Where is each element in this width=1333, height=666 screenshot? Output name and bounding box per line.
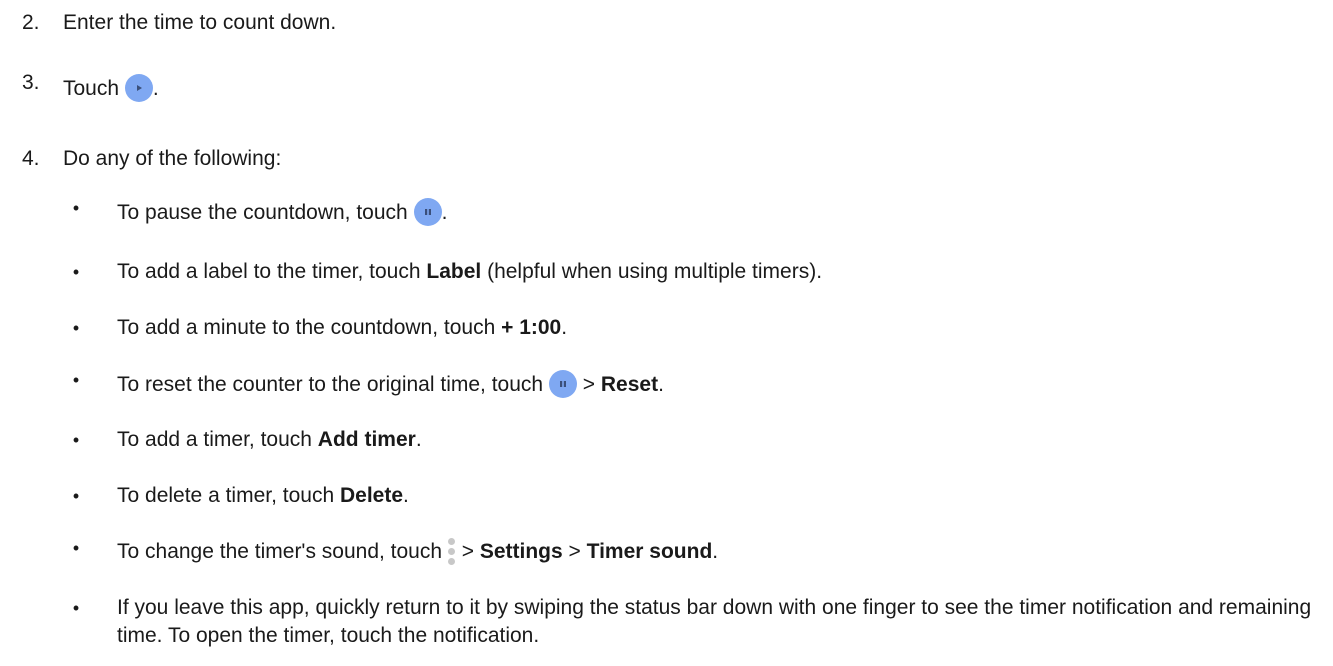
step-text-after: .: [152, 77, 159, 100]
bullet-text: To change the timer's sound, touch > Set…: [117, 538, 1313, 566]
bullet: •: [72, 198, 80, 218]
reset-option: Reset: [600, 373, 659, 396]
bullet-text: To pause the countdown, touch .: [117, 198, 1313, 227]
more-vert-icon: [447, 538, 456, 566]
pause-icon: [548, 370, 577, 398]
step-3: 3. Touch .: [0, 71, 1333, 106]
timer-sound-option: Timer sound: [586, 540, 713, 563]
step-number: 4.: [22, 147, 40, 170]
bullet-text: To add a timer, touch Add timer.: [117, 428, 422, 451]
bullet-text: If you leave this app, quickly return to…: [117, 596, 1312, 647]
bullet: •: [72, 538, 80, 558]
bullet: •: [72, 370, 80, 390]
settings-option: Settings: [479, 540, 563, 563]
step-text: Touch .: [63, 72, 159, 106]
step-text-before: Touch: [63, 77, 120, 100]
bullet-text: To reset the counter to the original tim…: [117, 370, 1313, 399]
step-text: Enter the time to count down.: [63, 11, 337, 34]
bullet: •: [72, 318, 80, 338]
add-timer-option: Add timer: [317, 428, 416, 451]
label-option: Label: [426, 260, 482, 283]
add-minute-option: + 1:00: [501, 316, 562, 339]
bullet: •: [72, 430, 80, 450]
delete-option: Delete: [339, 484, 404, 507]
step-number: 3.: [22, 71, 40, 94]
bullet-text: To delete a timer, touch Delete.: [117, 484, 409, 507]
play-icon: [124, 74, 153, 102]
step-2: 2. Enter the time to count down.: [0, 6, 1333, 40]
bullet: •: [72, 598, 80, 618]
bullet-text: To add a minute to the countdown, touch …: [117, 316, 568, 339]
bullet-text: To add a label to the timer, touch Label…: [117, 260, 823, 283]
step-number: 2.: [22, 11, 40, 34]
step-4: 4. Do any of the following:: [0, 142, 1333, 176]
bullet: •: [72, 486, 80, 506]
step-text: Do any of the following:: [63, 147, 282, 170]
bullet: •: [72, 262, 80, 282]
pause-icon: [413, 198, 442, 226]
